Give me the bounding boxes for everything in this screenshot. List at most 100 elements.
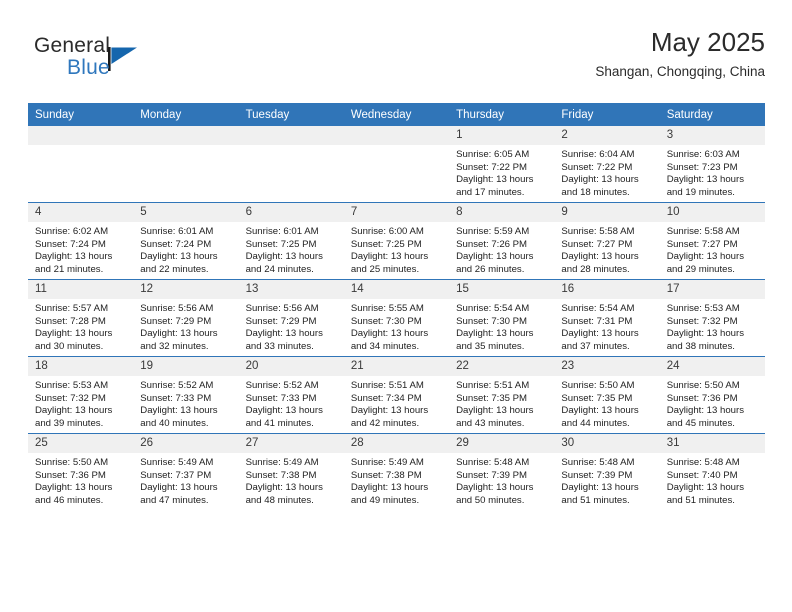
calendar-day-cell[interactable]: 16 Sunrise: 5:54 AM Sunset: 7:31 PM Dayligh… [554,279,660,357]
calendar-page: General Blue May 2025 Shangan, Chongqing… [0,0,792,612]
daylight-text: and 40 minutes. [140,417,209,429]
daylight-text: and 29 minutes. [666,263,735,275]
calendar-day-cell-empty [343,126,450,203]
day-number: 2 [554,126,660,145]
day-sun-info: Sunrise: 5:53 AM Sunset: 7:32 PM Daylight:… [28,376,133,430]
sunset-text: Sunset: 7:28 PM [35,315,106,327]
sunset-text: Sunset: 7:24 PM [35,238,106,250]
day-sun-info: Sunrise: 5:51 AM Sunset: 7:35 PM Daylight:… [449,376,554,430]
daylight-text: Daylight: 13 hours [140,405,218,417]
page-title: May 2025 [650,27,765,57]
calendar-day-cell[interactable]: 7 Sunrise: 6:00 AM Sunset: 7:25 PM Daylight… [343,202,450,280]
day-sun-info: Sunrise: 5:58 AM Sunset: 7:27 PM Daylight:… [554,222,659,276]
calendar-day-cell[interactable]: 15 Sunrise: 5:54 AM Sunset: 7:30 PM Dayligh… [449,279,555,357]
calendar-day-cell[interactable]: 31 Sunrise: 5:48 AM Sunset: 7:40 PM Dayligh… [659,433,765,510]
calendar-day-cell[interactable]: 6 Sunrise: 6:01 AM Sunset: 7:25 PM Daylight… [238,202,344,280]
daylight-text: Daylight: 13 hours [350,328,429,340]
sunset-text: Sunset: 7:25 PM [245,238,317,250]
day-number: 7 [343,203,450,222]
calendar-day-cell[interactable]: 20 Sunrise: 5:52 AM Sunset: 7:33 PM Dayligh… [238,356,344,434]
calendar-day-cell[interactable]: 25 Sunrise: 5:50 AM Sunset: 7:36 PM Dayligh… [28,433,134,510]
calendar-day-cell[interactable]: 22 Sunrise: 5:51 AM Sunset: 7:35 PM Dayligh… [449,356,555,434]
sunrise-text: Sunrise: 5:59 AM [456,226,530,237]
calendar-day-cell[interactable]: 23 Sunrise: 5:50 AM Sunset: 7:35 PM Dayligh… [554,356,660,434]
sunrise-text: Sunrise: 5:51 AM [350,380,424,391]
sunset-text: Sunset: 7:22 PM [561,161,633,173]
daylight-text: and 37 minutes. [561,340,630,352]
calendar-day-cell[interactable]: 13 Sunrise: 5:56 AM Sunset: 7:29 PM Dayligh… [238,279,344,357]
daylight-text: and 43 minutes. [456,417,525,429]
day-number: 9 [554,203,660,222]
day-sun-info: Sunrise: 5:54 AM Sunset: 7:30 PM Daylight:… [449,299,554,353]
calendar-day-cell[interactable]: 9 Sunrise: 5:58 AM Sunset: 7:27 PM Daylight… [554,202,660,280]
day-sun-info: Sunrise: 5:50 AM Sunset: 7:35 PM Daylight:… [554,376,659,430]
day-sun-info: Sunrise: 5:54 AM Sunset: 7:31 PM Daylight:… [554,299,659,353]
daylight-text: Daylight: 13 hours [245,482,323,494]
day-sun-info: Sunrise: 6:05 AM Sunset: 7:22 PM Daylight:… [449,145,554,199]
daylight-text: and 24 minutes. [245,263,314,275]
sunrise-text: Sunrise: 6:03 AM [666,149,740,160]
sunrise-text: Sunrise: 5:48 AM [561,457,635,468]
sunrise-text: Sunrise: 5:53 AM [666,303,740,314]
day-number: 10 [659,203,765,222]
calendar-day-cell[interactable]: 4 Sunrise: 6:02 AM Sunset: 7:24 PM Daylight… [28,202,134,280]
calendar-day-cell[interactable]: 30 Sunrise: 5:48 AM Sunset: 7:39 PM Dayligh… [554,433,660,510]
calendar-day-cell[interactable]: 14 Sunrise: 5:55 AM Sunset: 7:30 PM Dayligh… [343,279,450,357]
sunset-text: Sunset: 7:24 PM [140,238,212,250]
calendar-day-cell[interactable]: 5 Sunrise: 6:01 AM Sunset: 7:24 PM Daylight… [133,202,239,280]
calendar-day-cell[interactable]: 24 Sunrise: 5:50 AM Sunset: 7:36 PM Dayligh… [659,356,765,434]
calendar-week-row: 1 Sunrise: 6:05 AM Sunset: 7:22 PM Daylight… [28,126,765,203]
calendar-day-cell[interactable]: 3 Sunrise: 6:03 AM Sunset: 7:23 PM Daylight… [659,126,765,203]
calendar-day-cell[interactable]: 18 Sunrise: 5:53 AM Sunset: 7:32 PM Dayligh… [28,356,134,434]
daylight-text: Daylight: 13 hours [350,251,429,263]
day-number: 8 [449,203,555,222]
daylight-text: Daylight: 13 hours [245,405,323,417]
daylight-text: Daylight: 13 hours [561,174,639,186]
calendar-day-cell[interactable]: 26 Sunrise: 5:49 AM Sunset: 7:37 PM Dayligh… [133,433,239,510]
calendar-day-cell[interactable]: 17 Sunrise: 5:53 AM Sunset: 7:32 PM Dayligh… [659,279,765,357]
brand-logo[interactable]: General Blue [34,34,214,90]
daylight-text: Daylight: 13 hours [561,251,639,263]
sunrise-text: Sunrise: 5:49 AM [350,457,424,468]
calendar-day-cell[interactable]: 29 Sunrise: 5:48 AM Sunset: 7:39 PM Dayligh… [449,433,555,510]
daylight-text: and 26 minutes. [456,263,525,275]
day-number: 1 [449,126,555,145]
sunrise-text: Sunrise: 6:00 AM [350,226,424,237]
sunrise-text: Sunrise: 5:50 AM [666,380,740,391]
calendar-day-cell[interactable]: 2 Sunrise: 6:04 AM Sunset: 7:22 PM Daylight… [554,126,660,203]
daylight-text: Daylight: 13 hours [140,482,218,494]
sunset-text: Sunset: 7:29 PM [245,315,317,327]
day-number: 24 [659,357,765,376]
calendar-day-cell[interactable]: 8 Sunrise: 5:59 AM Sunset: 7:26 PM Daylight… [449,202,555,280]
calendar-day-cell[interactable]: 19 Sunrise: 5:52 AM Sunset: 7:33 PM Dayligh… [133,356,239,434]
calendar-day-cell[interactable]: 10 Sunrise: 5:58 AM Sunset: 7:27 PM Dayligh… [659,202,765,280]
daylight-text: Daylight: 13 hours [456,328,534,340]
calendar-day-cell[interactable]: 21 Sunrise: 5:51 AM Sunset: 7:34 PM Dayligh… [343,356,450,434]
day-sun-info [133,145,238,149]
day-number: 26 [133,434,239,453]
calendar-day-cell[interactable]: 27 Sunrise: 5:49 AM Sunset: 7:38 PM Dayligh… [238,433,344,510]
daylight-text: and 35 minutes. [456,340,525,352]
daylight-text: and 32 minutes. [140,340,209,352]
daylight-text: and 39 minutes. [35,417,104,429]
sunrise-text: Sunrise: 5:52 AM [245,380,319,391]
day-number: 20 [238,357,344,376]
sunset-text: Sunset: 7:40 PM [666,469,738,481]
calendar-day-cell[interactable]: 12 Sunrise: 5:56 AM Sunset: 7:29 PM Dayligh… [133,279,239,357]
day-number [238,126,344,145]
calendar-day-cell[interactable]: 1 Sunrise: 6:05 AM Sunset: 7:22 PM Daylight… [449,126,555,203]
daylight-text: Daylight: 13 hours [456,405,534,417]
daylight-text: Daylight: 13 hours [561,328,639,340]
day-sun-info: Sunrise: 5:58 AM Sunset: 7:27 PM Daylight:… [660,222,765,276]
day-sun-info: Sunrise: 5:57 AM Sunset: 7:28 PM Daylight:… [28,299,133,353]
day-sun-info: Sunrise: 6:01 AM Sunset: 7:24 PM Daylight:… [133,222,238,276]
calendar-day-cell-empty [28,126,134,203]
daylight-text: and 22 minutes. [140,263,209,275]
calendar-day-cell[interactable]: 11 Sunrise: 5:57 AM Sunset: 7:28 PM Dayligh… [28,279,134,357]
location-subtitle: Shangan, Chongqing, China [595,64,765,79]
day-number: 11 [28,280,134,299]
sunrise-text: Sunrise: 6:01 AM [140,226,214,237]
daylight-text: and 45 minutes. [666,417,735,429]
day-number: 27 [238,434,344,453]
calendar-day-cell[interactable]: 28 Sunrise: 5:49 AM Sunset: 7:38 PM Dayligh… [343,433,450,510]
